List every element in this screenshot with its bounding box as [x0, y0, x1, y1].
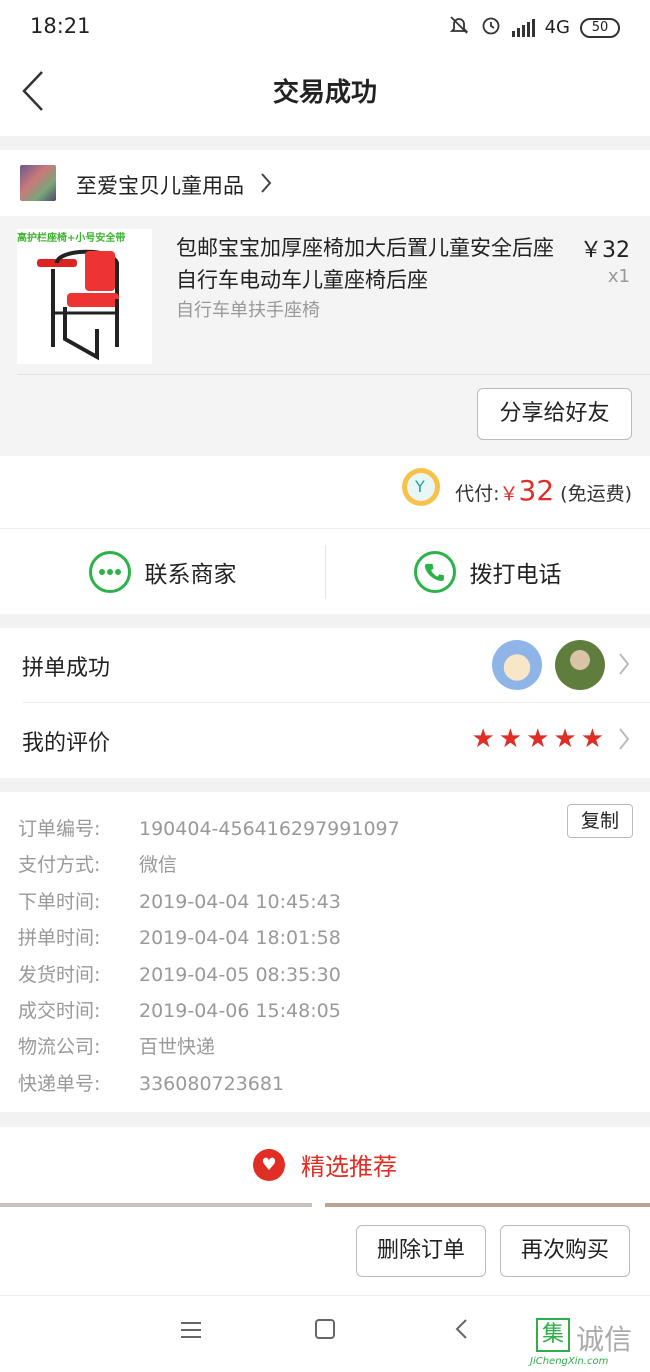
star-icon: ★: [553, 724, 577, 754]
nav-bar: 交易成功: [0, 52, 650, 136]
tracking-number-row: 快递单号: 336080723681: [18, 1069, 284, 1096]
group-review-section: 拼单成功 我的评价 ★ ★ ★ ★ ★: [0, 628, 650, 778]
my-review-label: 我的评价: [22, 731, 111, 756]
group-success-label: 拼单成功: [22, 656, 111, 681]
product-quantity: x1: [607, 266, 630, 287]
back-nav-icon[interactable]: [454, 1318, 468, 1346]
ship-time-value: 2019-04-05 08:35:30: [139, 964, 341, 986]
action-bar: 删除订单 再次购买: [0, 1207, 650, 1295]
status-icons: 4G 50: [448, 14, 620, 41]
buy-again-button[interactable]: 再次购买: [500, 1225, 630, 1277]
home-icon[interactable]: [314, 1318, 336, 1346]
product-spec: 自行车单扶手座椅: [176, 300, 320, 321]
field-key: 下单时间:: [18, 891, 101, 913]
logistics-company-value: 百世快递: [139, 1036, 216, 1058]
deal-time-row: 成交时间: 2019-04-06 15:48:05: [18, 996, 341, 1023]
delete-order-button[interactable]: 删除订单: [356, 1225, 486, 1277]
group-time-value: 2019-04-04 18:01:58: [139, 927, 341, 949]
contact-merchant-button[interactable]: 联系商家: [0, 529, 325, 615]
shop-avatar: [20, 165, 56, 201]
copy-button[interactable]: 复制: [567, 804, 633, 838]
shop-name: 至爱宝贝儿童用品: [76, 174, 244, 198]
mute-icon: [448, 14, 470, 41]
group-time-row: 拼单时间: 2019-04-04 18:01:58: [18, 923, 341, 950]
divider: [17, 374, 650, 375]
recommend-header: ♥ 精选推荐: [0, 1127, 650, 1205]
payment-note: (免运费): [560, 483, 632, 505]
tracking-number-value: 336080723681: [139, 1073, 285, 1095]
field-key: 发货时间:: [18, 964, 101, 986]
chevron-right-icon: [260, 172, 272, 198]
product-title: 包邮宝宝加厚座椅加大后置儿童安全后座自行车电动车儿童座椅后座: [176, 236, 554, 292]
contact-merchant-label: 联系商家: [144, 562, 237, 588]
order-number-row: 订单编号: 190404-456416297991097: [18, 814, 400, 841]
phone-icon: [413, 551, 456, 593]
status-time: 18:21: [30, 14, 91, 38]
shop-row[interactable]: 至爱宝贝儿童用品: [0, 150, 650, 216]
rating-stars: ★ ★ ★ ★ ★: [471, 725, 604, 753]
battery-icon: 50: [580, 17, 620, 38]
network-type: 4G: [544, 17, 570, 38]
avatar: [555, 640, 605, 690]
share-to-friend-button[interactable]: 分享给好友: [477, 388, 632, 440]
alarm-icon: [480, 14, 502, 41]
recommend-label: 精选推荐: [301, 1153, 397, 1181]
order-info-section: 订单编号: 190404-456416297991097 复制 支付方式: 微信 下…: [0, 792, 650, 1112]
call-phone-label: 拨打电话: [469, 562, 562, 588]
my-review-row[interactable]: 我的评价 ★ ★ ★ ★ ★: [0, 703, 650, 777]
order-time-row: 下单时间: 2019-04-04 10:45:43: [18, 887, 341, 914]
star-icon: ★: [526, 724, 550, 754]
field-key: 快递单号:: [18, 1073, 101, 1095]
menu-icon[interactable]: [180, 1318, 202, 1346]
ship-time-row: 发货时间: 2019-04-05 08:35:30: [18, 960, 341, 987]
field-key: 支付方式:: [18, 854, 101, 876]
payment-method-value: 微信: [139, 854, 178, 876]
contact-row: 联系商家 拨打电话: [0, 528, 650, 614]
field-key: 拼单时间:: [18, 927, 101, 949]
signal-icon: [511, 18, 535, 37]
call-phone-button[interactable]: 拨打电话: [325, 529, 650, 615]
child-seat-image: [37, 249, 119, 361]
watermark-logo: 集 诚信 JiChengXin.com: [528, 1316, 646, 1372]
watermark-char: 集: [536, 1318, 570, 1352]
payment-currency: ￥: [499, 483, 519, 505]
product-price: ￥32: [580, 238, 630, 263]
chat-icon: [88, 551, 131, 593]
product-thumbnail[interactable]: 高护栏座椅+小号安全带: [17, 229, 152, 364]
page-title: 交易成功: [272, 78, 377, 108]
star-icon: ★: [580, 724, 604, 754]
payment-amount: 32: [518, 474, 555, 507]
heart-icon: ♥: [253, 1148, 285, 1181]
field-key: 订单编号:: [18, 818, 101, 840]
field-key: 物流公司:: [18, 1036, 101, 1058]
goblet-icon: Y: [402, 468, 440, 506]
order-time-value: 2019-04-04 10:45:43: [139, 891, 341, 913]
chevron-right-icon: [618, 727, 630, 755]
star-icon: ★: [498, 724, 523, 754]
star-icon: ★: [471, 724, 495, 754]
watermark-url: JiChengXin.com: [530, 1356, 609, 1367]
avatar: [492, 640, 542, 690]
watermark-text: 诚信: [576, 1323, 633, 1356]
chevron-right-icon: [618, 652, 630, 680]
order-detail-page: 18:21 4G 50 交易成功 至爱宝贝儿童用品 高护栏座椅+小号安全带 包邮…: [0, 0, 650, 1372]
group-success-row[interactable]: 拼单成功: [0, 628, 650, 702]
order-number-value: 190404-456416297991097: [139, 818, 400, 840]
payment-summary: 代付: ￥ 32 (免运费): [455, 474, 632, 507]
status-bar: 18:21 4G 50: [0, 0, 650, 52]
field-key: 成交时间:: [18, 1000, 101, 1022]
deal-time-value: 2019-04-06 15:48:05: [139, 1000, 341, 1022]
payment-method-row: 支付方式: 微信: [18, 850, 177, 877]
logistics-company-row: 物流公司: 百世快递: [18, 1032, 215, 1059]
payment-label: 代付:: [455, 483, 500, 505]
payment-row: Y 代付: ￥ 32 (免运费): [0, 456, 650, 528]
product-card[interactable]: 高护栏座椅+小号安全带 包邮宝宝加厚座椅加大后置儿童安全后座自行车电动车儿童座椅…: [0, 216, 650, 456]
